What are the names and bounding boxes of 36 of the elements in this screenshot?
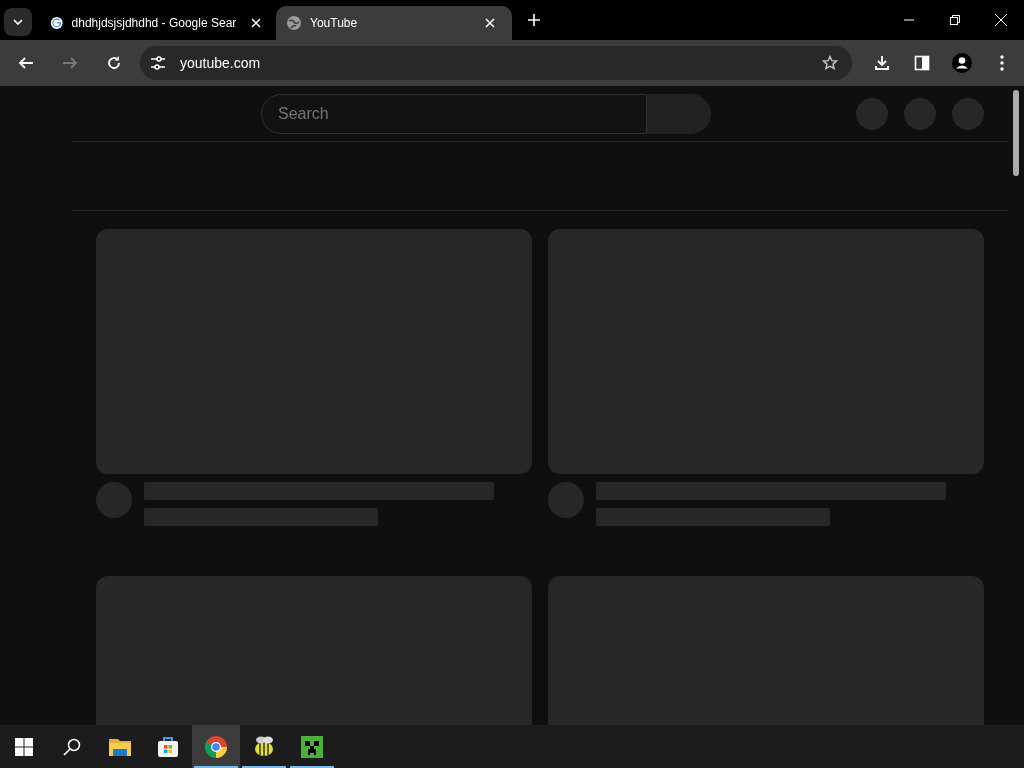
skeleton-avatar bbox=[96, 482, 132, 518]
close-icon bbox=[485, 18, 495, 28]
shopping-bag-icon bbox=[156, 734, 180, 759]
browser-tab[interactable]: dhdhjdsjsjdhdhd - Google Sear bbox=[40, 6, 276, 40]
skeleton-avatar bbox=[548, 482, 584, 518]
url-text: youtube.com bbox=[180, 53, 262, 73]
creeper-icon bbox=[300, 734, 324, 759]
star-icon bbox=[822, 55, 838, 71]
chrome-icon bbox=[204, 734, 228, 759]
windows-icon bbox=[15, 737, 33, 756]
search-icon bbox=[63, 737, 81, 756]
tune-icon bbox=[150, 56, 166, 70]
skeleton-icon bbox=[952, 97, 984, 130]
restore-icon bbox=[950, 15, 960, 25]
more-vertical-icon bbox=[1000, 55, 1004, 71]
globe-icon bbox=[286, 15, 302, 31]
plus-icon bbox=[528, 14, 540, 26]
bee-icon bbox=[252, 734, 276, 759]
skeleton-icon bbox=[904, 97, 936, 130]
side-panel-icon bbox=[914, 55, 930, 71]
person-icon bbox=[952, 53, 972, 73]
search-field[interactable]: Search bbox=[261, 93, 647, 134]
reload-icon bbox=[106, 55, 122, 71]
close-icon bbox=[995, 14, 1007, 26]
back-icon bbox=[18, 55, 34, 71]
skeleton-icon bbox=[856, 97, 888, 130]
download-icon bbox=[874, 55, 890, 71]
taskbar-app[interactable] bbox=[192, 725, 240, 768]
google-icon bbox=[50, 15, 64, 31]
scrollbar-thumb[interactable] bbox=[1013, 90, 1019, 176]
address-bar[interactable]: youtube.com bbox=[140, 46, 852, 80]
browser-tab[interactable]: YouTube bbox=[276, 6, 512, 40]
close-icon bbox=[251, 18, 262, 28]
chevron-down-icon bbox=[13, 19, 23, 25]
forward-icon bbox=[62, 55, 78, 71]
tab-search-button[interactable] bbox=[4, 8, 32, 36]
